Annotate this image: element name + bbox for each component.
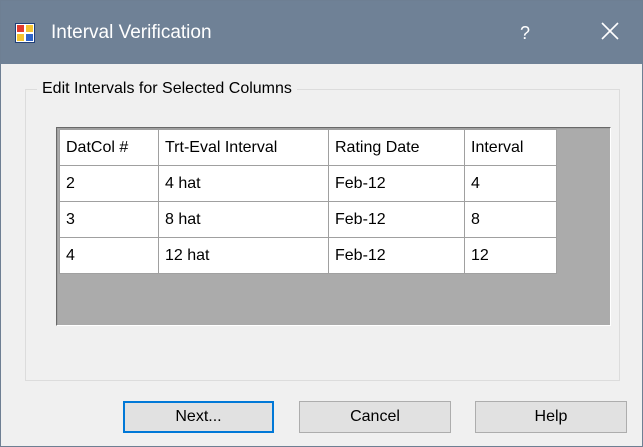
interval-verification-dialog: Interval Verification ? Edit Intervals f… (0, 0, 643, 447)
interval-cell[interactable] (464, 165, 557, 202)
trt-eval-interval-cell[interactable]: 4 hat (158, 165, 329, 202)
table-row[interactable]: 3 8 hat Feb-12 (59, 201, 557, 238)
interval-table: DatCol # Trt-Eval Interval Rating Date I… (59, 129, 557, 274)
column-header-rating-date[interactable]: Rating Date (328, 129, 465, 166)
table-row[interactable]: 2 4 hat Feb-12 (59, 165, 557, 202)
interval-input[interactable] (471, 202, 550, 237)
rating-date-cell[interactable]: Feb-12 (328, 237, 465, 274)
next-button-label: Next... (175, 408, 222, 425)
header-row: DatCol # Trt-Eval Interval Rating Date I… (59, 129, 557, 166)
interval-grid[interactable]: DatCol # Trt-Eval Interval Rating Date I… (56, 127, 611, 326)
column-header-interval[interactable]: Interval (464, 129, 557, 166)
rating-date-cell[interactable]: Feb-12 (328, 201, 465, 238)
help-symbol: ? (519, 22, 530, 43)
datcol-cell[interactable]: 2 (59, 165, 159, 202)
datcol-cell[interactable]: 3 (59, 201, 159, 238)
context-help-button[interactable]: ? (501, 11, 549, 55)
close-button[interactable] (585, 11, 635, 55)
close-icon (601, 21, 619, 45)
interval-input[interactable] (471, 238, 550, 273)
cancel-button[interactable]: Cancel (299, 401, 451, 433)
trt-eval-interval-cell[interactable]: 8 hat (158, 201, 329, 238)
column-header-trt-eval-interval[interactable]: Trt-Eval Interval (158, 129, 329, 166)
interval-cell[interactable] (464, 237, 557, 274)
datcol-cell[interactable]: 4 (59, 237, 159, 274)
window-title: Interval Verification (51, 22, 212, 43)
grid-app-icon (15, 23, 35, 43)
next-button[interactable]: Next... (123, 401, 274, 433)
help-button-label: Help (534, 408, 568, 425)
trt-eval-interval-cell[interactable]: 12 hat (158, 237, 329, 274)
rating-date-cell[interactable]: Feb-12 (328, 165, 465, 202)
interval-input[interactable] (471, 166, 550, 201)
column-header-datcol[interactable]: DatCol # (59, 129, 159, 166)
help-button[interactable]: Help (475, 401, 627, 433)
table-row[interactable]: 4 12 hat Feb-12 (59, 237, 557, 274)
cancel-button-label: Cancel (350, 408, 400, 425)
title-bar[interactable]: Interval Verification ? (1, 1, 642, 64)
groupbox-label: Edit Intervals for Selected Columns (37, 78, 297, 100)
interval-cell[interactable] (464, 201, 557, 238)
